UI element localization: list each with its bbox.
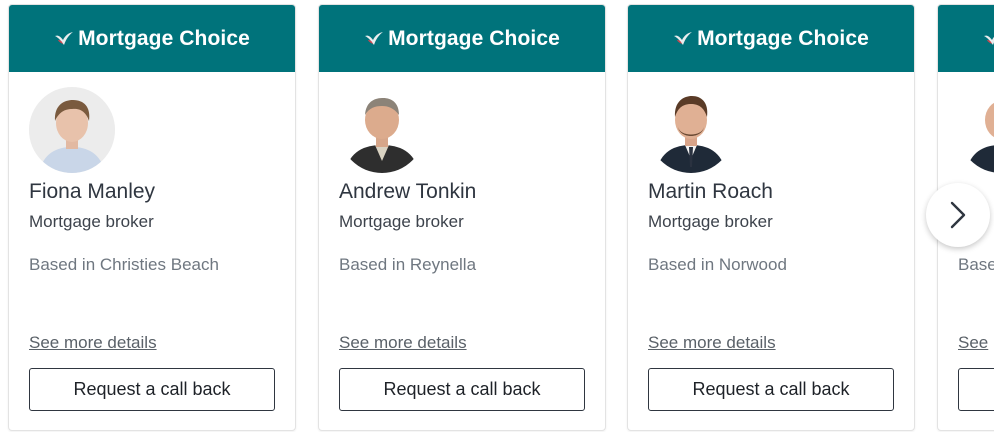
card-header: Mortgage Choice — [319, 5, 605, 72]
see-more-details-link[interactable]: See more details — [29, 333, 157, 353]
broker-location: Based in Christies Beach — [29, 255, 219, 274]
broker-name: Andrew Tonkin — [339, 180, 477, 203]
carousel-next-button[interactable] — [926, 183, 990, 247]
see-more-details-link[interactable]: See — [958, 333, 988, 353]
broker-avatar — [339, 87, 425, 173]
brand-name: Mortgage Choice — [78, 26, 250, 50]
mortgage-choice-logo-icon — [674, 31, 693, 45]
brand-name: Mortgage Choice — [697, 26, 869, 50]
broker-name: Fiona Manley — [29, 180, 156, 203]
brand-logo: Mortgage Choice — [673, 27, 869, 51]
see-more-details-link[interactable]: See more details — [648, 333, 776, 353]
brand-logo: Mortgage Choice — [364, 27, 560, 51]
broker-avatar — [958, 87, 994, 173]
request-call-back-button[interactable] — [958, 368, 994, 411]
request-call-back-button[interactable]: Request a call back — [648, 368, 894, 411]
broker-location: Based in Reynella — [339, 255, 477, 274]
request-call-back-button[interactable]: Request a call back — [339, 368, 585, 411]
broker-card: Mortgage Choice Martin Roach Mortgage br… — [627, 4, 915, 431]
broker-avatar — [29, 87, 115, 173]
broker-card: Mortgage Choice Andrew Tonkin Mortgage b… — [318, 4, 606, 431]
brand-name: Mortgage Choice — [388, 26, 560, 50]
broker-role: Mortgage broker — [29, 212, 154, 231]
brand-logo: Mortgage Choice — [983, 27, 994, 51]
brand-logo: Mortgage Choice — [54, 27, 250, 51]
broker-location: Based in Norwood — [648, 255, 787, 274]
see-more-details-link[interactable]: See more details — [339, 333, 467, 353]
broker-role: Mortgage broker — [339, 212, 464, 231]
mortgage-choice-logo-icon — [365, 31, 384, 45]
card-header: Mortgage Choice — [938, 5, 994, 72]
broker-avatar — [648, 87, 734, 173]
chevron-right-icon — [950, 201, 966, 229]
mortgage-choice-logo-icon — [55, 31, 74, 45]
card-header: Mortgage Choice — [9, 5, 295, 72]
broker-name: Martin Roach — [648, 180, 773, 203]
card-header: Mortgage Choice — [628, 5, 914, 72]
broker-location: Base — [958, 255, 994, 274]
broker-carousel: Mortgage Choice Fiona Manley Mortgage br… — [0, 0, 994, 432]
broker-card: Mortgage Choice Fiona Manley Mortgage br… — [8, 4, 296, 431]
broker-role: Mortgage broker — [648, 212, 773, 231]
mortgage-choice-logo-icon — [984, 35, 994, 45]
request-call-back-button[interactable]: Request a call back — [29, 368, 275, 411]
